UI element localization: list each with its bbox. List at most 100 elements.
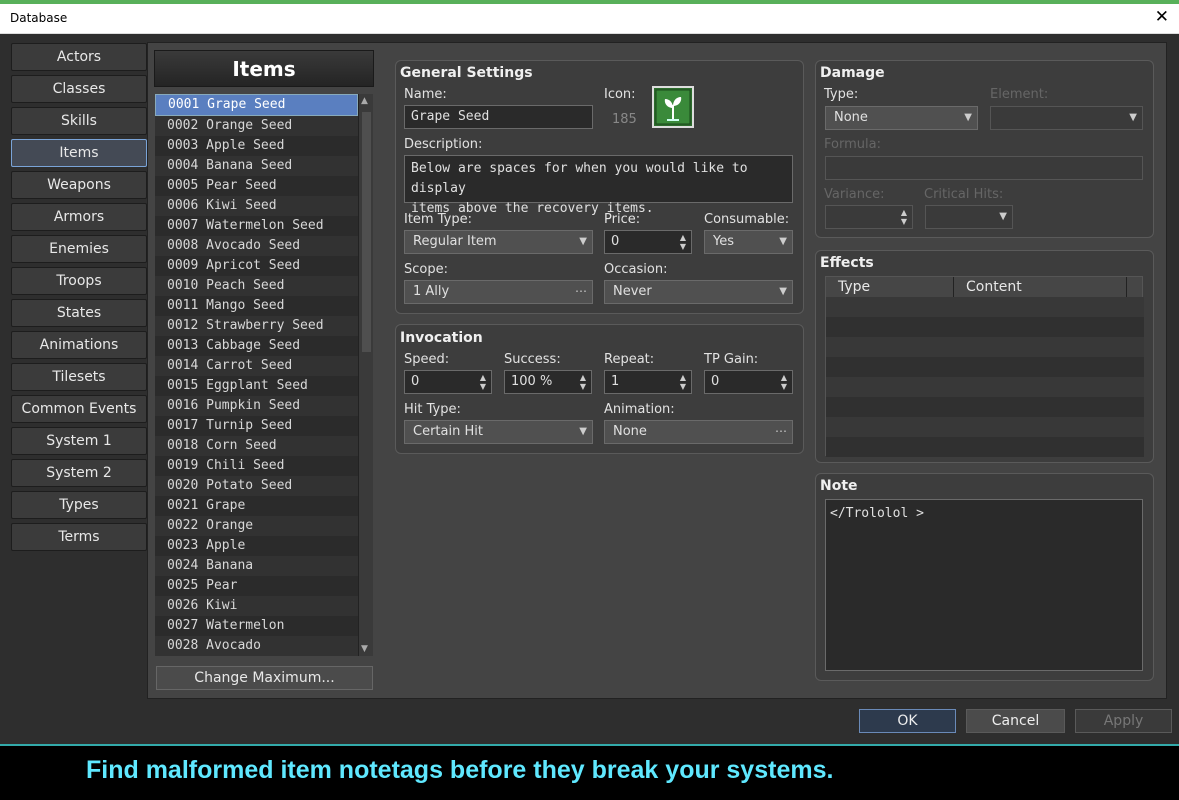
spinner-arrows-icon[interactable]: ▲ ▼ [781,373,787,391]
list-item[interactable]: 0017 Turnip Seed [155,416,358,436]
success-spinner[interactable]: 100 % ▲ ▼ [504,370,592,394]
list-item[interactable]: 0027 Watermelon [155,616,358,636]
list-item[interactable]: 0021 Grape [155,496,358,516]
list-item[interactable]: 0002 Orange Seed [155,116,358,136]
effects-row[interactable] [826,417,1144,437]
effects-col-content[interactable]: Content [966,277,1022,297]
tab-types[interactable]: Types [11,491,147,519]
speed-value: 0 [411,374,420,389]
list-item[interactable]: 0001 Grape Seed [155,94,358,116]
name-input[interactable]: Grape Seed [404,105,593,129]
tab-actors[interactable]: Actors [11,43,147,71]
formula-input[interactable] [825,156,1143,180]
effects-col-type[interactable]: Type [838,277,870,297]
variance-spinner[interactable]: ▲ ▼ [825,205,913,229]
effects-row[interactable] [826,437,1144,457]
change-maximum-button[interactable]: Change Maximum... [156,666,373,690]
list-item[interactable]: 0011 Mango Seed [155,296,358,316]
scroll-up-icon[interactable]: ▲ [361,96,368,106]
cancel-button[interactable]: Cancel [966,709,1065,733]
list-item[interactable]: 0005 Pear Seed [155,176,358,196]
spinner-arrows-icon[interactable]: ▲ ▼ [680,373,686,391]
tab-system-2[interactable]: System 2 [11,459,147,487]
animation-select[interactable]: None ⋯ [604,420,793,444]
effects-row[interactable] [826,397,1144,417]
spinner-arrows-icon[interactable]: ▲ ▼ [480,373,486,391]
list-item[interactable]: 0019 Chili Seed [155,456,358,476]
repeat-spinner[interactable]: 1 ▲ ▼ [604,370,692,394]
tab-common-events[interactable]: Common Events [11,395,147,423]
tab-classes[interactable]: Classes [11,75,147,103]
tab-states[interactable]: States [11,299,147,327]
scope-select[interactable]: 1 Ally ⋯ [404,280,593,304]
list-item[interactable]: 0028 Avocado [155,636,358,656]
list-item[interactable]: 0023 Apple [155,536,358,556]
effects-row[interactable] [826,377,1144,397]
tab-weapons[interactable]: Weapons [11,171,147,199]
effects-row[interactable] [826,297,1144,317]
list-item[interactable]: 0014 Carrot Seed [155,356,358,376]
list-scrollbar[interactable]: ▲ ▼ [358,94,373,656]
tp-gain-spinner[interactable]: 0 ▲ ▼ [704,370,793,394]
title-bar: Database ✕ [0,4,1179,34]
hit-type-select[interactable]: Certain Hit ▼ [404,420,593,444]
description-input[interactable]: Below are spaces for when you would like… [404,155,793,216]
list-item[interactable]: 0015 Eggplant Seed [155,376,358,396]
list-item[interactable]: 0020 Potato Seed [155,476,358,496]
effects-row[interactable] [826,317,1144,337]
spinner-arrows-icon[interactable]: ▲ ▼ [580,373,586,391]
speed-spinner[interactable]: 0 ▲ ▼ [404,370,492,394]
list-item[interactable]: 0013 Cabbage Seed [155,336,358,356]
item-list[interactable]: 0001 Grape Seed 0002 Orange Seed 0003 Appl… [155,94,358,656]
price-spinner[interactable]: 0 ▲ ▼ [604,230,692,254]
list-item[interactable]: 0008 Avocado Seed [155,236,358,256]
scroll-thumb[interactable] [362,112,371,352]
tab-skills[interactable]: Skills [11,107,147,135]
consumable-select[interactable]: Yes ▼ [704,230,793,254]
note-textarea[interactable]: </Trololol > [825,499,1143,671]
list-item[interactable]: 0012 Strawberry Seed [155,316,358,336]
list-item[interactable]: 0024 Banana [155,556,358,576]
list-item[interactable]: 0016 Pumpkin Seed [155,396,358,416]
sprout-icon[interactable] [652,86,694,128]
ok-button[interactable]: OK [859,709,956,733]
apply-button[interactable]: Apply [1075,709,1172,733]
list-item[interactable]: 0010 Peach Seed [155,276,358,296]
scope-label: Scope: [404,262,448,277]
list-item[interactable]: 0004 Banana Seed [155,156,358,176]
hit-type-label: Hit Type: [404,402,461,417]
tab-tilesets[interactable]: Tilesets [11,363,147,391]
tab-system-1[interactable]: System 1 [11,427,147,455]
tab-enemies[interactable]: Enemies [11,235,147,263]
scroll-down-icon[interactable]: ▼ [361,644,368,654]
speed-label: Speed: [404,352,450,367]
occasion-select[interactable]: Never ▼ [604,280,793,304]
list-item[interactable]: 0025 Pear [155,576,358,596]
spinner-arrows-icon[interactable]: ▲ ▼ [901,208,907,226]
list-item[interactable]: 0003 Apple Seed [155,136,358,156]
damage-title: Damage [820,65,885,81]
critical-hits-select[interactable]: ▼ [925,205,1013,229]
list-item[interactable]: 0026 Kiwi [155,596,358,616]
effects-table[interactable]: Type Content [825,276,1144,457]
list-item[interactable]: 0009 Apricot Seed [155,256,358,276]
effects-table-header: Type Content [826,277,1142,298]
effects-row[interactable] [826,357,1144,377]
list-item[interactable]: 0006 Kiwi Seed [155,196,358,216]
element-select[interactable]: ▼ [990,106,1143,130]
effects-row[interactable] [826,337,1144,357]
list-item[interactable]: 0018 Corn Seed [155,436,358,456]
chevron-down-icon: ▼ [779,286,787,297]
tab-terms[interactable]: Terms [11,523,147,551]
tab-animations[interactable]: Animations [11,331,147,359]
damage-type-select[interactable]: None ▼ [825,106,978,130]
tab-armors[interactable]: Armors [11,203,147,231]
list-item[interactable]: 0022 Orange [155,516,358,536]
tab-items[interactable]: Items [11,139,147,167]
close-icon[interactable]: ✕ [1155,8,1169,26]
animation-label: Animation: [604,402,675,417]
spinner-arrows-icon[interactable]: ▲ ▼ [680,233,686,251]
tab-troops[interactable]: Troops [11,267,147,295]
list-item[interactable]: 0007 Watermelon Seed [155,216,358,236]
item-type-select[interactable]: Regular Item ▼ [404,230,593,254]
